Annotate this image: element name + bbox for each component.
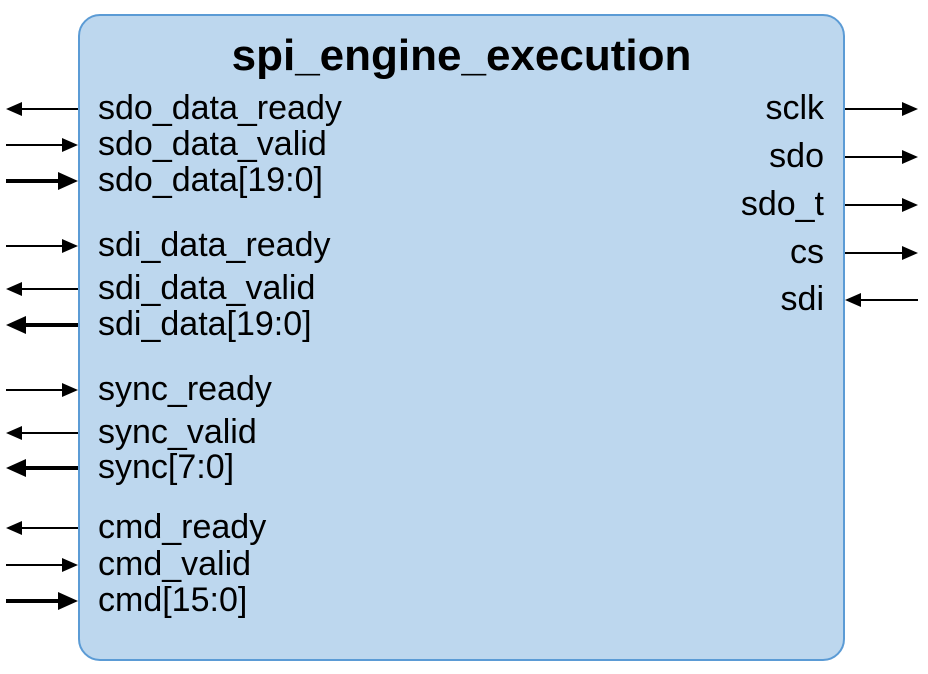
port-arrow-cmd-ready xyxy=(6,521,78,535)
port-arrow-sdo-t xyxy=(845,198,918,212)
port-arrow-sdo-data-valid xyxy=(6,138,78,152)
arrow-head xyxy=(58,172,78,190)
port-arrow-sync-ready xyxy=(6,383,78,397)
port-arrow-sync-7-0 xyxy=(6,459,78,477)
arrow-head xyxy=(902,246,918,260)
arrow-head xyxy=(6,459,26,477)
arrow-head xyxy=(6,521,22,535)
port-arrow-sdi xyxy=(845,293,918,307)
arrow-head xyxy=(62,383,78,397)
port-arrow-sync-valid xyxy=(6,426,78,440)
port-arrow-sdi-data-ready xyxy=(6,239,78,253)
block-diagram: spi_engine_execution sdo_data_ready sdo_d… xyxy=(0,0,928,674)
port-arrow-sdi-data-19-0 xyxy=(6,316,78,334)
port-arrow-sdo-data-ready xyxy=(6,102,78,116)
port-arrow-cmd-15-0 xyxy=(6,592,78,610)
arrow-head xyxy=(6,316,26,334)
arrow-head xyxy=(6,426,22,440)
arrow-head xyxy=(845,293,861,307)
port-arrow-sclk xyxy=(845,102,918,116)
arrow-head xyxy=(62,138,78,152)
port-arrow-sdo-data-19-0 xyxy=(6,172,78,190)
port-arrow-cmd-valid xyxy=(6,558,78,572)
port-arrow-cs xyxy=(845,246,918,260)
arrow-head xyxy=(902,198,918,212)
port-arrow-sdo xyxy=(845,150,918,164)
arrow-head xyxy=(902,150,918,164)
arrow-head xyxy=(6,102,22,116)
port-arrow-sdi-data-valid xyxy=(6,282,78,296)
arrow-head xyxy=(58,592,78,610)
port-arrows xyxy=(6,102,918,610)
arrow-head xyxy=(62,239,78,253)
arrow-head xyxy=(902,102,918,116)
arrow-head xyxy=(6,282,22,296)
arrow-head xyxy=(62,558,78,572)
